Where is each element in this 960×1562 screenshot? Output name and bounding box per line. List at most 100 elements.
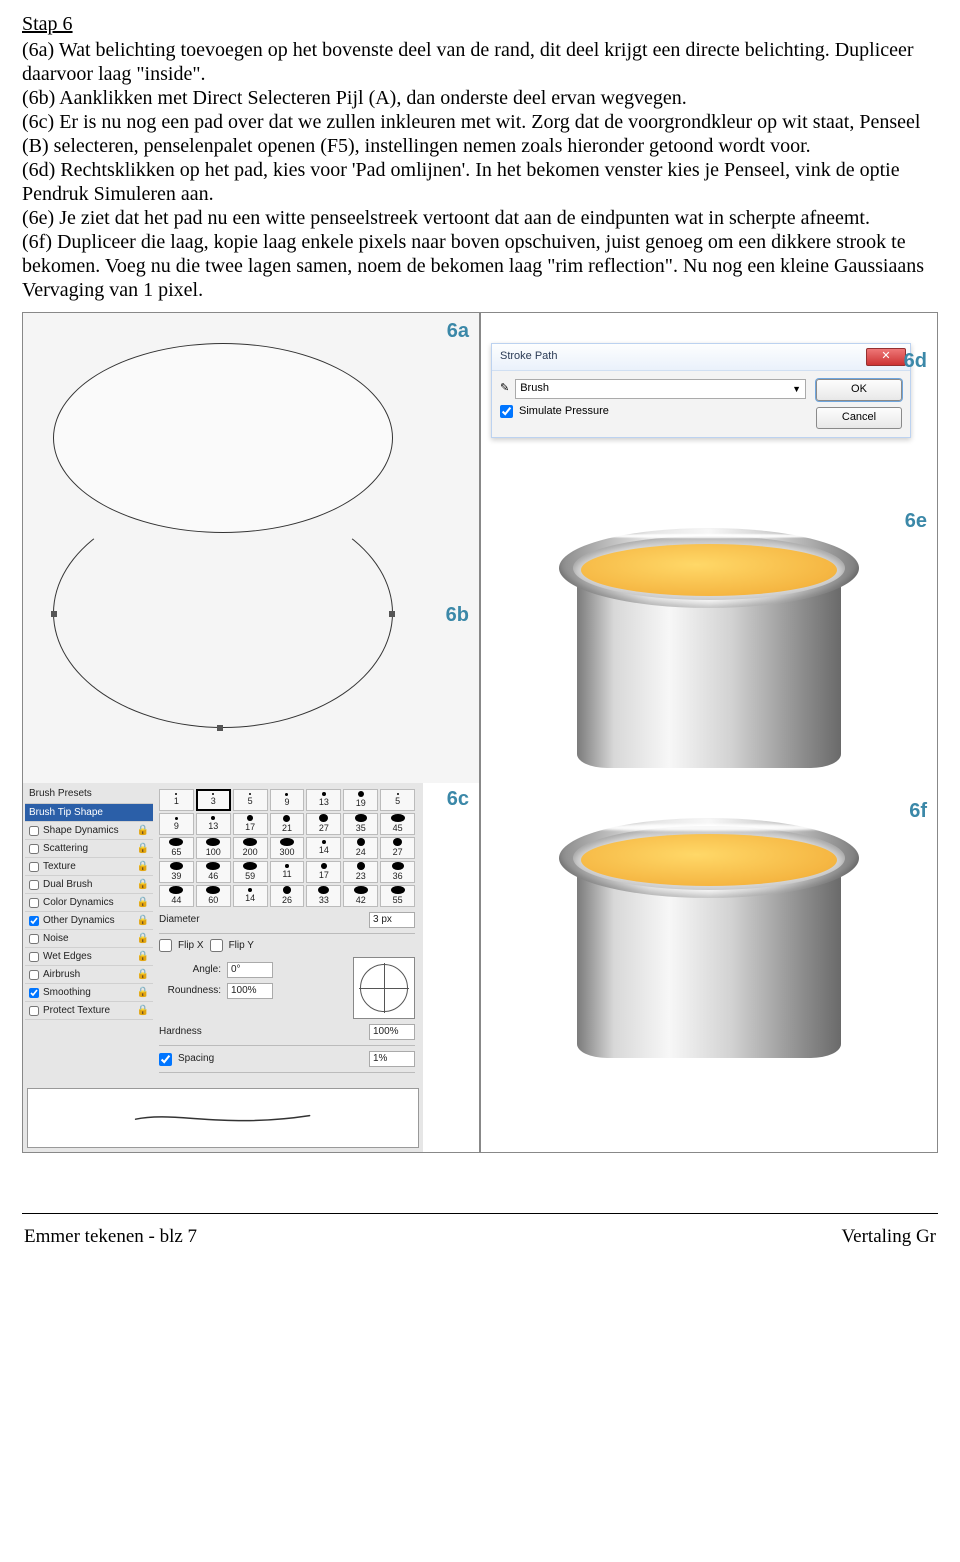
left-column: 6a 6b 6c Brush Presets Brush Tip Shape S… [22, 312, 480, 1153]
close-button[interactable]: ✕ [866, 348, 906, 366]
brush-thumb[interactable]: 42 [343, 885, 378, 907]
checkbox[interactable] [29, 952, 39, 962]
brush-thumb[interactable]: 14 [306, 837, 341, 859]
checkbox[interactable] [29, 844, 39, 854]
brush-thumb[interactable]: 11 [270, 861, 305, 883]
body-text: (6a) Wat belichting toevoegen op het bov… [22, 38, 938, 302]
spacing-checkbox[interactable] [159, 1053, 172, 1066]
brush-thumb[interactable]: 35 [343, 813, 378, 835]
brush-thumb[interactable]: 44 [159, 885, 194, 907]
brush-thumb[interactable]: 100 [196, 837, 231, 859]
checkbox[interactable] [29, 970, 39, 980]
checkbox[interactable] [29, 916, 39, 926]
brush-preview [27, 1088, 419, 1148]
ok-button[interactable]: OK [816, 379, 902, 401]
simulate-pressure-checkbox[interactable] [500, 405, 513, 418]
chevron-down-icon: ▼ [792, 384, 801, 395]
diameter-field[interactable]: 3 px [369, 912, 415, 928]
brush-thumb-size: 27 [393, 847, 403, 858]
lock-icon: 🔒 [137, 843, 149, 855]
brush-opt-wet-edges[interactable]: Wet Edges🔒 [25, 948, 153, 966]
hardness-label: Hardness [159, 1026, 219, 1038]
brush-thumb[interactable]: 21 [270, 813, 305, 835]
brush-thumb[interactable]: 27 [380, 837, 415, 859]
brush-thumb[interactable]: 300 [270, 837, 305, 859]
brush-thumb-size: 33 [319, 895, 329, 906]
brush-thumb-size: 59 [245, 871, 255, 882]
brush-settings-area: 1359131959131721273545651002003001424273… [153, 785, 421, 1082]
brush-thumb[interactable]: 200 [233, 837, 268, 859]
brush-thumb[interactable]: 17 [306, 861, 341, 883]
brush-thumb[interactable]: 24 [343, 837, 378, 859]
brush-thumb[interactable]: 36 [380, 861, 415, 883]
brush-thumb[interactable]: 55 [380, 885, 415, 907]
roundness-field[interactable]: 100% [227, 983, 273, 999]
brush-thumb[interactable]: 5 [380, 789, 415, 811]
brush-opt-airbrush[interactable]: Airbrush🔒 [25, 966, 153, 984]
lock-icon: 🔒 [137, 933, 149, 945]
brush-opt-dual-brush[interactable]: Dual Brush🔒 [25, 876, 153, 894]
label: Shape Dynamics [43, 825, 119, 837]
brush-thumb[interactable]: 65 [159, 837, 194, 859]
flip-y-checkbox[interactable] [210, 939, 223, 952]
brush-thumb[interactable]: 13 [196, 813, 231, 835]
brush-opt-protect-texture[interactable]: Protect Texture🔒 [25, 1002, 153, 1020]
brush-thumb[interactable]: 46 [196, 861, 231, 883]
cancel-button[interactable]: Cancel [816, 407, 902, 429]
brush-thumb[interactable]: 27 [306, 813, 341, 835]
brush-thumb[interactable]: 23 [343, 861, 378, 883]
brush-thumb[interactable]: 45 [380, 813, 415, 835]
brush-thumb-size: 55 [393, 895, 403, 906]
brush-thumb[interactable]: 14 [233, 885, 268, 907]
brush-thumb-size: 3 [211, 796, 216, 807]
roundness-label: Roundness: [159, 985, 221, 997]
spacing-field[interactable]: 1% [369, 1051, 415, 1067]
brush-opt-scattering[interactable]: Scattering🔒 [25, 840, 153, 858]
brush-thumb[interactable]: 59 [233, 861, 268, 883]
brush-thumb[interactable]: 33 [306, 885, 341, 907]
brush-thumb[interactable]: 9 [159, 813, 194, 835]
checkbox[interactable] [29, 862, 39, 872]
label-6b: 6b [446, 603, 469, 627]
brush-thumb-grid[interactable]: 1359131959131721273545651002003001424273… [159, 789, 415, 907]
brush-opt-noise[interactable]: Noise🔒 [25, 930, 153, 948]
brush-options-list: Brush Presets Brush Tip Shape Shape Dyna… [25, 785, 153, 1082]
flip-x-checkbox[interactable] [159, 939, 172, 952]
arc-icon [53, 498, 393, 728]
brush-thumb[interactable]: 26 [270, 885, 305, 907]
brush-opt-other-dynamics[interactable]: Other Dynamics🔒 [25, 912, 153, 930]
checkbox[interactable] [29, 1006, 39, 1016]
tool-select[interactable]: Brush ▼ [515, 379, 806, 399]
brush-thumb[interactable]: 13 [306, 789, 341, 811]
hardness-field[interactable]: 100% [369, 1024, 415, 1040]
angle-field[interactable]: 0° [227, 962, 273, 978]
checkbox[interactable] [29, 988, 39, 998]
brush-thumb-size: 17 [319, 870, 329, 881]
figure-6d: 6d Stroke Path ✕ ✎ Brush ▼ [481, 343, 937, 503]
brush-thumb[interactable]: 17 [233, 813, 268, 835]
figure-6f: 6f [481, 793, 937, 1083]
brush-thumb-size: 9 [174, 821, 179, 832]
brush-thumb[interactable]: 3 [196, 789, 231, 811]
brush-thumb[interactable]: 60 [196, 885, 231, 907]
checkbox[interactable] [29, 826, 39, 836]
checkbox[interactable] [29, 934, 39, 944]
diameter-label: Diameter [159, 914, 219, 926]
brush-opt-shape-dynamics[interactable]: Shape Dynamics🔒 [25, 822, 153, 840]
brush-thumb[interactable]: 39 [159, 861, 194, 883]
brush-opt-smoothing[interactable]: Smoothing🔒 [25, 984, 153, 1002]
brush-presets-header[interactable]: Brush Presets [25, 785, 153, 804]
label-6a: 6a [447, 319, 469, 343]
brush-thumb[interactable]: 19 [343, 789, 378, 811]
checkbox[interactable] [29, 880, 39, 890]
brush-thumb[interactable]: 5 [233, 789, 268, 811]
brush-tip-shape-option[interactable]: Brush Tip Shape [25, 804, 153, 822]
brush-thumb[interactable]: 1 [159, 789, 194, 811]
brush-opt-color-dynamics[interactable]: Color Dynamics🔒 [25, 894, 153, 912]
angle-disc-icon[interactable] [353, 957, 415, 1019]
brush-thumb-size: 45 [393, 823, 403, 834]
brush-opt-texture[interactable]: Texture🔒 [25, 858, 153, 876]
label: Other Dynamics [43, 915, 115, 927]
brush-thumb[interactable]: 9 [270, 789, 305, 811]
checkbox[interactable] [29, 898, 39, 908]
